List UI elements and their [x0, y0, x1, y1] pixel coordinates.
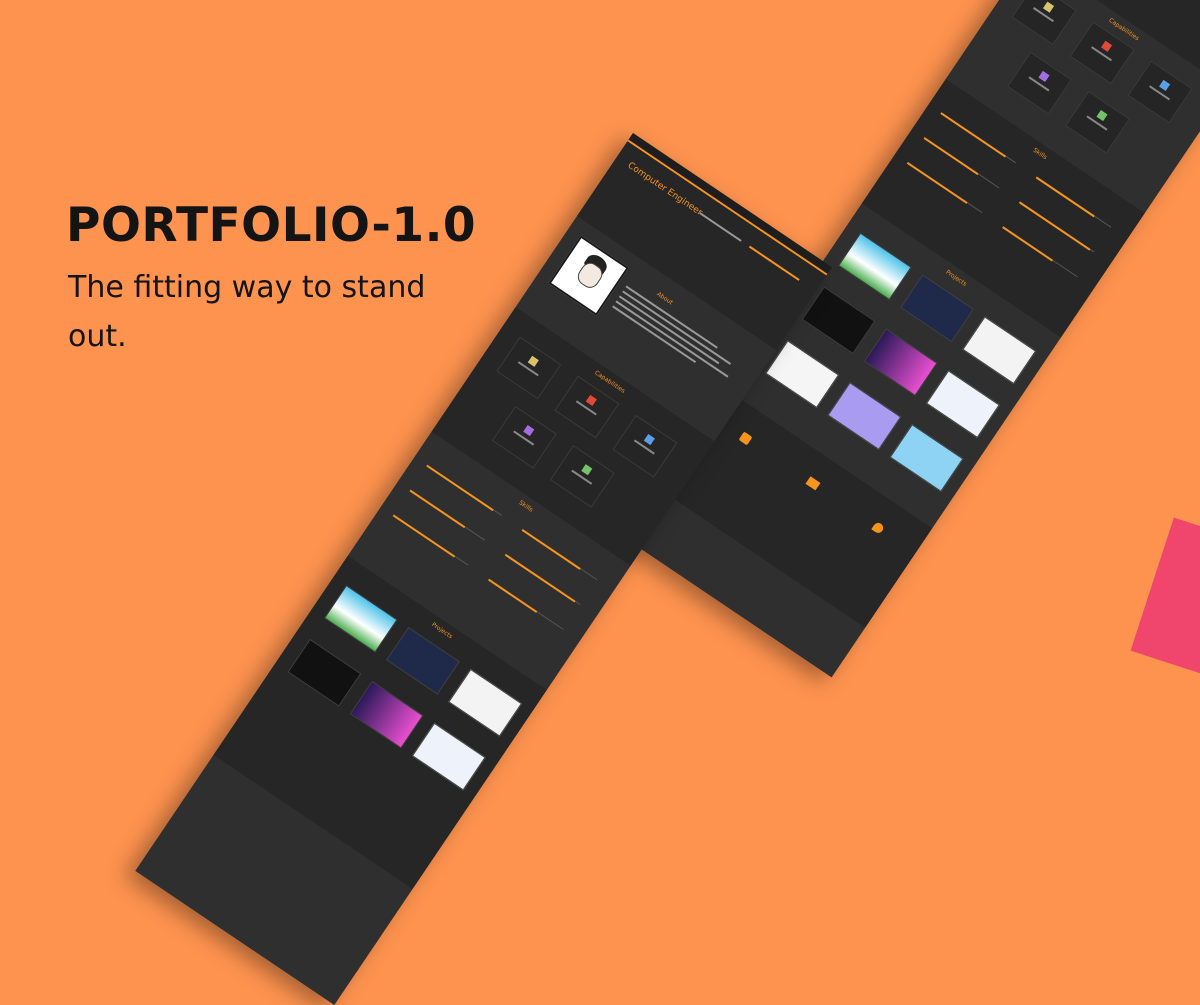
about-title: About	[655, 290, 675, 307]
code-icon	[1159, 79, 1171, 91]
skill-bar	[923, 137, 979, 176]
project-thumbnail[interactable]	[287, 638, 362, 707]
capability-card	[491, 405, 557, 469]
project-thumbnail[interactable]	[349, 680, 424, 749]
skill-bar	[906, 161, 968, 204]
project-thumbnail[interactable]	[411, 722, 486, 791]
location-icon	[871, 520, 886, 535]
skill-bar	[1002, 226, 1053, 262]
badge-icon	[1042, 1, 1055, 13]
capability-card	[1065, 90, 1131, 154]
avatar	[548, 235, 629, 316]
project-thumbnail[interactable]	[889, 424, 964, 492]
skill-bar	[409, 489, 466, 529]
badge-icon	[527, 355, 539, 367]
project-thumbnail[interactable]	[765, 340, 840, 409]
skill-bar	[504, 553, 576, 603]
feather-icon	[1038, 70, 1050, 83]
windows-icon	[1101, 40, 1113, 52]
capability-card	[1007, 51, 1072, 115]
capability-card	[1011, 0, 1077, 46]
windows-icon	[585, 394, 597, 406]
code-icon	[643, 434, 655, 446]
feather-icon	[523, 425, 535, 437]
hero-title: PORTFOLIO-1.0	[66, 198, 477, 253]
skill-bar	[488, 578, 538, 613]
capability-card	[549, 444, 615, 508]
headline: Computer Engineer	[625, 160, 704, 219]
project-thumbnail[interactable]	[926, 370, 1000, 439]
project-thumbnail[interactable]	[827, 382, 902, 450]
project-thumbnail[interactable]	[863, 328, 938, 397]
skill-bar	[392, 514, 456, 558]
leaf-icon	[1096, 110, 1108, 122]
project-thumbnail[interactable]	[801, 286, 876, 355]
hero-section: PORTFOLIO-1.0 The fitting way to stand o…	[66, 198, 476, 361]
hero-subtitle: The fitting way to stand out.	[68, 270, 426, 354]
decorative-pink-shape	[1130, 517, 1200, 679]
leaf-icon	[581, 464, 593, 476]
mail-icon	[805, 476, 821, 491]
phone-icon	[738, 431, 753, 446]
